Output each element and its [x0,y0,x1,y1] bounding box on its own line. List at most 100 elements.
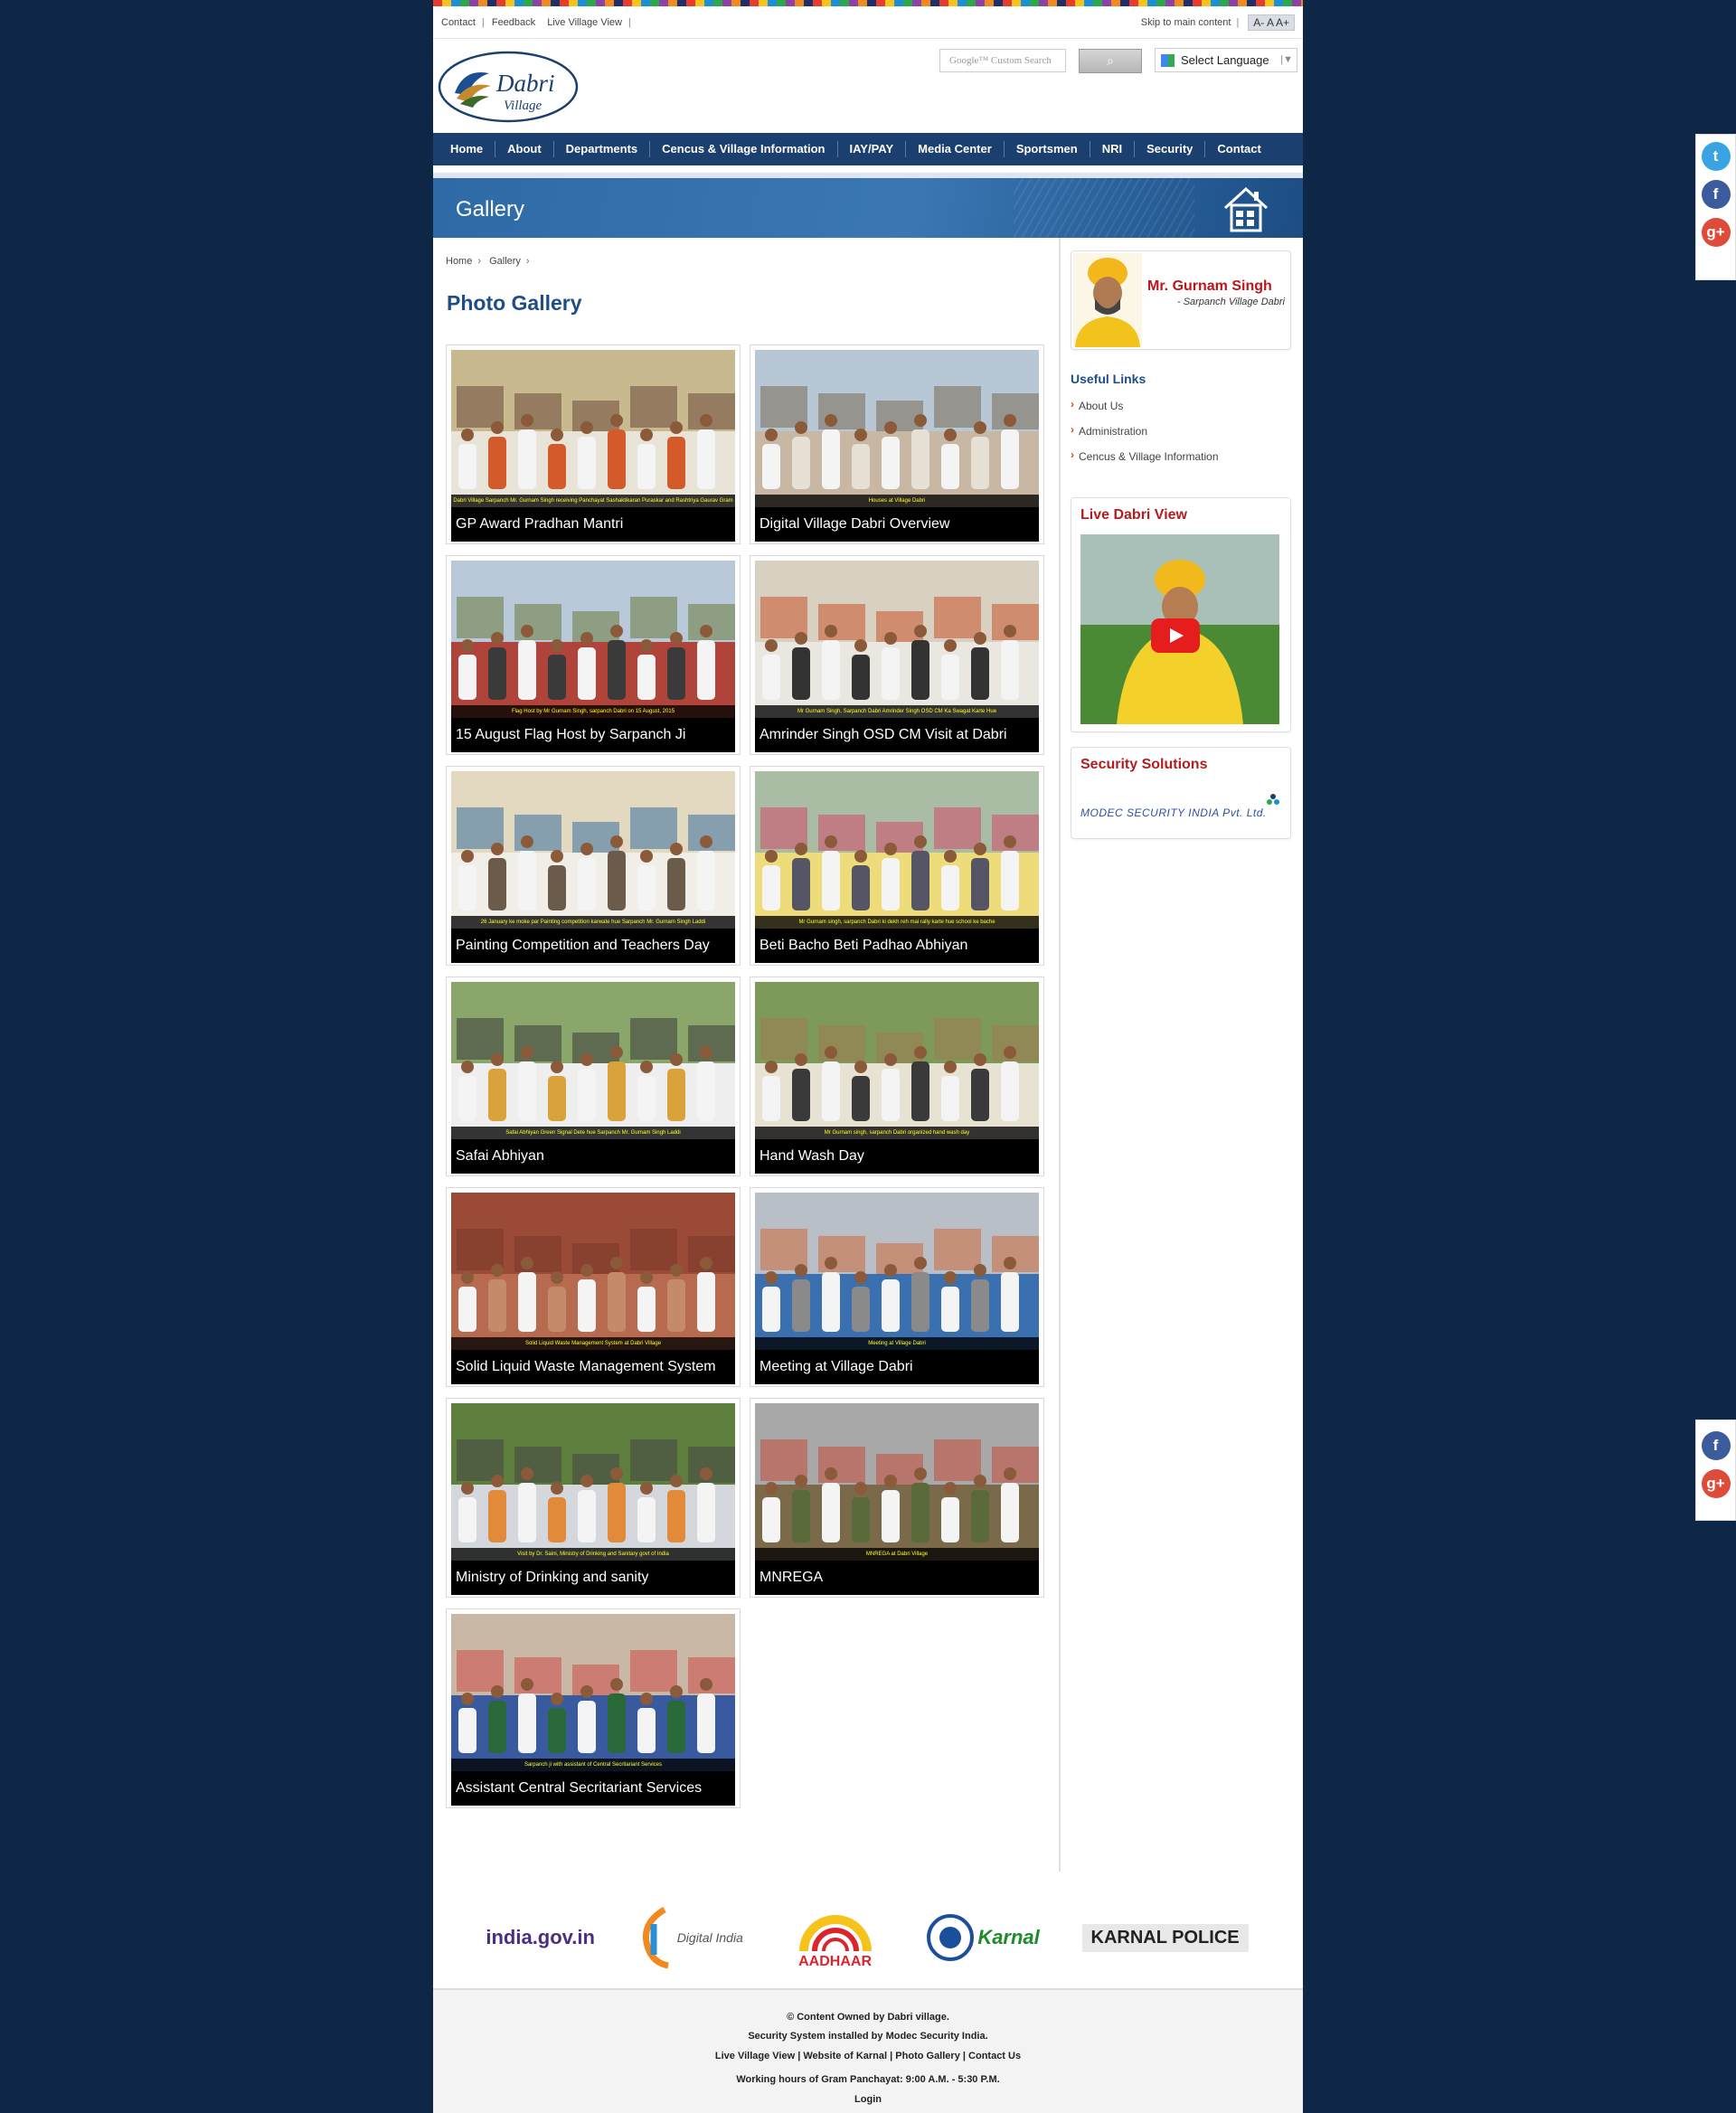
search-button[interactable]: ⌕ [1079,49,1142,73]
footer-link-contact[interactable]: Contact Us [968,2051,1021,2061]
partner-logos: india.gov.in Digital India AADHAAR Karna… [447,1897,1288,1978]
top-bar: Contact | Feedback Live Village View | Ski… [433,6,1303,39]
gallery-photo[interactable]: Meeting at Village Dabri [755,1193,1039,1350]
facebook-icon[interactable]: f [1701,180,1731,209]
nav-departments[interactable]: Departments [554,141,651,157]
gallery-card-label[interactable]: 15 August Flag Host by Sarpanch Ji [451,718,735,752]
gallery-card-label[interactable]: Beti Bacho Beti Padhao Abhiyan [755,929,1039,963]
nav-census[interactable]: Cencus & Village Information [650,141,838,157]
gallery-photo[interactable]: MNREGA at Dabri Village [755,1403,1039,1561]
gallery-card[interactable]: Mr Gurnam Singh, Sarpanch Dabri Amrinder… [750,555,1044,755]
modec-logo[interactable]: MODEC SECURITY INDIA Pvt. Ltd. [1080,793,1281,820]
footer-link-live-view[interactable]: Live Village View [715,2051,795,2061]
play-icon[interactable] [1151,618,1200,653]
gallery-card-label[interactable]: Digital Village Dabri Overview [755,507,1039,542]
gallery-photo[interactable]: Flag Host by Mr Gurnam Singh, sarpanch D… [451,561,735,718]
gallery-photo[interactable]: Sarpanch ji with assistant of Central Se… [451,1614,735,1771]
gallery-card[interactable]: 26 January ke moke par Painting competit… [446,766,741,966]
sarpanch-name: Mr. Gurnam Singh [1147,278,1272,294]
gallery-card[interactable]: Solid Liquid Waste Management System at … [446,1187,741,1387]
gallery-card[interactable]: Visit by Dr. Saini, Ministry of Drinking… [446,1398,741,1598]
useful-links: About Us Administration Cencus & Village… [1071,398,1291,463]
gallery-card-label[interactable]: Meeting at Village Dabri [755,1350,1039,1384]
gallery-card-label[interactable]: Painting Competition and Teachers Day [451,929,735,963]
google-plus-icon[interactable]: g+ [1701,1469,1731,1498]
footer-hours: Working hours of Gram Panchayat: 9:00 A.… [736,2074,1000,2085]
nav-sportsmen[interactable]: Sportsmen [1005,141,1090,157]
google-plus-icon[interactable]: g+ [1701,218,1731,247]
nav-media-center[interactable]: Media Center [906,141,1005,157]
gallery-photo[interactable]: Visit by Dr. Saini, Ministry of Drinking… [451,1403,735,1561]
facebook-icon[interactable]: f [1701,1431,1731,1460]
gallery-card[interactable]: Meeting at Village Dabri Meeting at Villa… [750,1187,1044,1387]
gallery-photo[interactable]: Solid Liquid Waste Management System at … [451,1193,735,1350]
karnal-police-logo[interactable]: KARNAL POLICE [1081,1923,1249,1952]
nav-security[interactable]: Security [1135,141,1206,157]
dabri-logo[interactable]: Dabri Village [437,50,580,124]
gallery-card[interactable]: Safai Abhiyan Green Signal Dete hue Sarp… [446,976,741,1176]
top-link-live-view[interactable]: Live Village View [547,17,622,28]
gallery-photo[interactable]: Dabri Village Sarpanch Mr. Gurnam Singh … [451,350,735,507]
footer-owned: © Content Owned by Dabri village. [787,2012,949,2023]
useful-link-about[interactable]: About Us [1071,398,1291,412]
skip-link[interactable]: Skip to main content [1141,17,1231,28]
gallery-card[interactable]: Sarpanch ji with assistant of Central Se… [446,1608,741,1808]
language-select-label: Select Language [1181,53,1269,67]
top-link-contact[interactable]: Contact [441,17,476,28]
gallery-photo[interactable]: Mr Gurnam singh, sarpanch Dabri ki dekh … [755,771,1039,929]
gallery-card-label[interactable]: Safai Abhiyan [451,1139,735,1174]
photo-caption: Sarpanch ji with assistant of Central Se… [451,1759,735,1771]
live-view-box: Live Dabri View [1071,497,1291,732]
gallery-card-label[interactable]: Hand Wash Day [755,1139,1039,1174]
twitter-icon[interactable]: t [1701,142,1731,171]
gallery-photo[interactable]: Safai Abhiyan Green Signal Dete hue Sarp… [451,982,735,1139]
useful-link-administration[interactable]: Administration [1071,423,1291,438]
gallery-card[interactable]: Flag Host by Mr Gurnam Singh, sarpanch D… [446,555,741,755]
gallery-card-label[interactable]: MNREGA [755,1561,1039,1595]
gallery-card[interactable]: Houses at Village Dabri Digital Village D… [750,344,1044,544]
footer-login[interactable]: Login [433,2093,1303,2106]
font-size-controls[interactable]: A- A A+ [1248,14,1295,31]
gallery-card-label[interactable]: Assistant Central Secritariant Services [451,1771,735,1806]
digital-india-logo[interactable]: Digital India [637,1906,743,1969]
footer-link-photo-gallery[interactable]: Photo Gallery [895,2051,960,2061]
breadcrumb-home[interactable]: Home [446,256,472,267]
karnal-logo[interactable]: Karnal [927,1910,1040,1965]
google-translate-icon [1161,54,1175,67]
security-solutions-box: Security Solutions MODEC SECURITY INDIA … [1071,747,1291,839]
aadhaar-logo[interactable]: AADHAAR [786,1906,885,1970]
photo-caption: Mr Gurnam singh, sarpanch Dabri ki dekh … [755,916,1039,929]
photo-caption: 26 January ke moke par Painting competit… [451,916,735,929]
dropdown-arrow-icon: |▼ [1280,54,1293,65]
main-content: Home › Gallery › Photo Gallery Dabri Villa… [433,238,1061,1872]
gallery-card[interactable]: Mr Gurnam singh, sarpanch Dabri organize… [750,976,1044,1176]
gallery-card[interactable]: Dabri Village Sarpanch Mr. Gurnam Singh … [446,344,741,544]
useful-link-census[interactable]: Cencus & Village Information [1071,448,1291,463]
gallery-card-label[interactable]: Solid Liquid Waste Management System [451,1350,735,1384]
breadcrumb-gallery[interactable]: Gallery [489,256,521,267]
gallery-card[interactable]: Mr Gurnam singh, sarpanch Dabri ki dekh … [750,766,1044,966]
nav-iay-pay[interactable]: IAY/PAY [838,141,907,157]
gallery-card-label[interactable]: GP Award Pradhan Mantri [451,507,735,542]
page-banner: Gallery [433,178,1303,238]
footer-link-karnal[interactable]: Website of Karnal [803,2051,887,2061]
live-video-player[interactable] [1080,534,1281,724]
home-icon[interactable] [1222,184,1270,233]
gallery-photo[interactable]: Mr Gurnam Singh, Sarpanch Dabri Amrinder… [755,561,1039,718]
nav-contact[interactable]: Contact [1205,141,1272,157]
gallery-photo[interactable]: Mr Gurnam singh, sarpanch Dabri organize… [755,982,1039,1139]
top-link-feedback[interactable]: Feedback [492,17,535,28]
gallery-photo[interactable]: 26 January ke moke par Painting competit… [451,771,735,929]
gallery-card-label[interactable]: Ministry of Drinking and sanity [451,1561,735,1595]
photo-caption: Houses at Village Dabri [755,495,1039,507]
gallery-card-label[interactable]: Amrinder Singh OSD CM Visit at Dabri [755,718,1039,752]
nav-home[interactable]: Home [439,141,496,157]
search-input[interactable]: Google™ Custom Search [939,49,1066,72]
nav-nri[interactable]: NRI [1090,141,1136,157]
language-select[interactable]: Select Language |▼ [1155,48,1297,72]
gallery-photo[interactable]: Houses at Village Dabri [755,350,1039,507]
nav-about[interactable]: About [495,141,554,157]
india-gov-logo[interactable]: india.gov.in [486,1926,595,1949]
sarpanch-photo [1073,253,1142,347]
gallery-card[interactable]: MNREGA at Dabri Village MNREGA [750,1398,1044,1598]
